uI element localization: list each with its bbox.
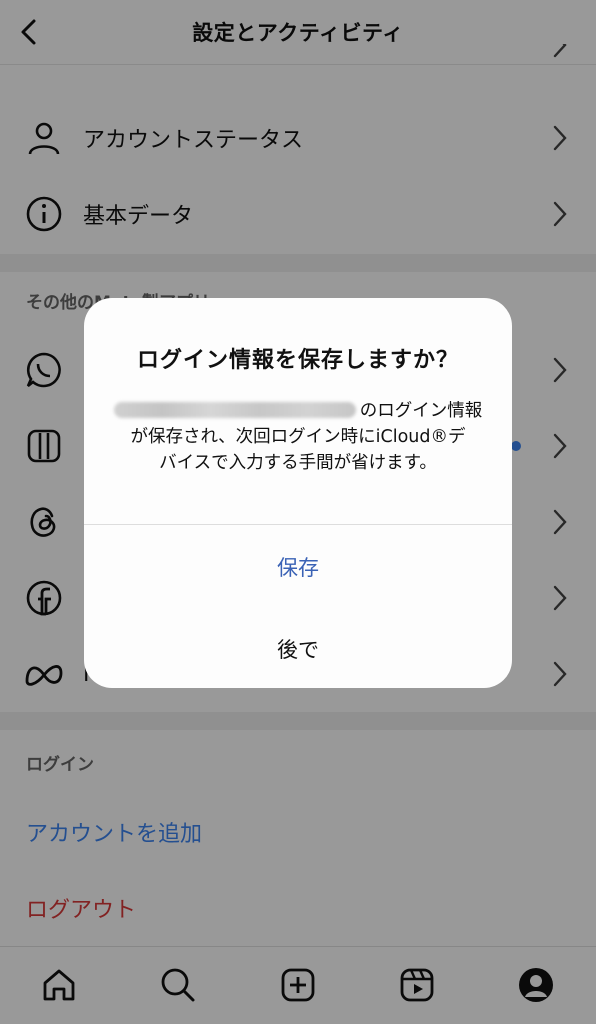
dialog-message-line3: バイスで入力する手間が省けます。 [159,453,437,473]
dialog-message-line2: が保存され、次回ログイン時にiCloud®デ [130,427,466,447]
dialog-message: のログイン情報 が保存され、次回ログイン時にiCloud®デ バイスで入力する手… [104,398,492,476]
dialog-divider [84,524,512,525]
dialog-message-part1: のログイン情報 [359,401,483,421]
redacted-username [113,402,356,418]
dialog-title: ログイン情報を保存しますか？ [136,348,459,373]
save-login-dialog: ログイン情報を保存しますか？ のログイン情報 が保存され、次回ログイン時にiCl… [84,298,512,688]
save-button[interactable]: 保存 [84,552,512,582]
later-button[interactable]: 後で [84,634,512,664]
